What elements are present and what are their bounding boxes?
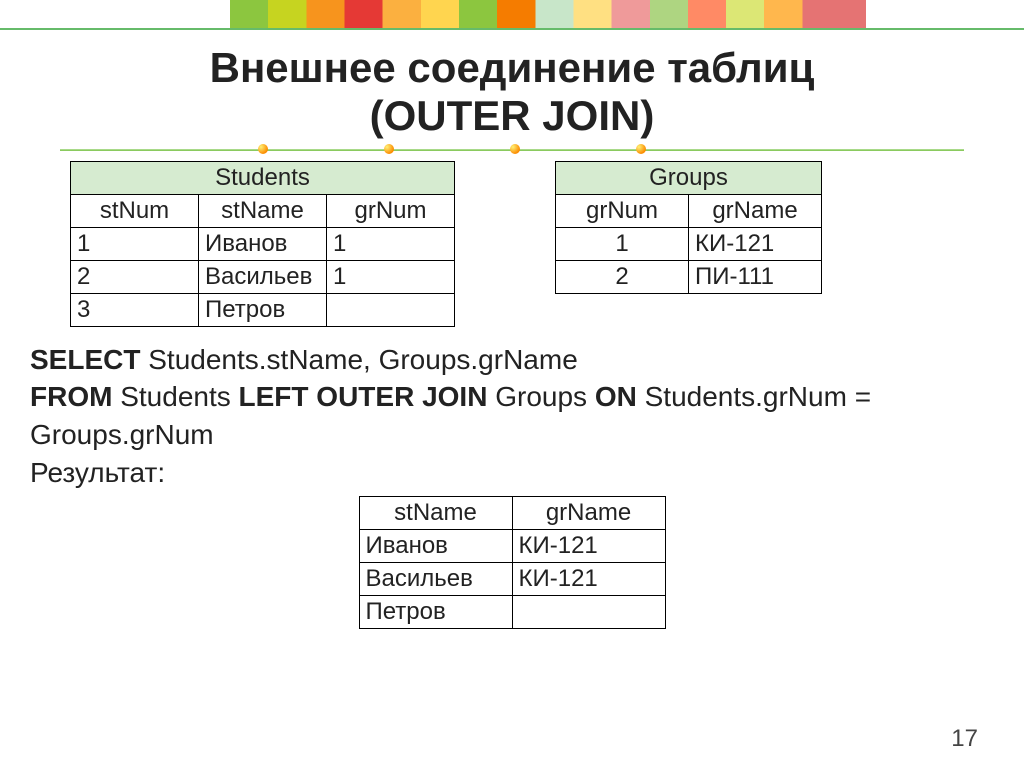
table-row: 2 ПИ-111 (556, 260, 822, 293)
kw-leftjoin: LEFT OUTER JOIN (239, 381, 488, 412)
green-rule (0, 28, 1024, 30)
title-line-2: (OUTER JOIN) (370, 92, 655, 139)
students-h-stname: stName (199, 194, 327, 227)
after-from: Students (112, 381, 238, 412)
groups-h-grname: grName (689, 194, 822, 227)
table-row: 3 Петров (71, 293, 455, 326)
result-label: Результат: (30, 454, 964, 492)
sql-query-block: SELECT Students.stName, Groups.grName FR… (30, 341, 964, 492)
title-underline (60, 145, 964, 155)
table-row: Васильев КИ-121 (359, 562, 665, 595)
kw-on: ON (595, 381, 637, 412)
table-row: 1 КИ-121 (556, 227, 822, 260)
page-number: 17 (951, 725, 978, 753)
after-join: Groups (487, 381, 594, 412)
accent-strip (230, 0, 866, 28)
title-line-1: Внешнее соединение таблиц (210, 44, 815, 91)
result-table: stName grName Иванов КИ-121 Васильев КИ-… (359, 496, 666, 629)
groups-caption: Groups (555, 161, 822, 194)
slide-title: Внешнее соединение таблиц (OUTER JOIN) (0, 44, 1024, 141)
students-caption: Students (70, 161, 455, 194)
result-h-grname: grName (512, 496, 665, 529)
groups-h-grnum: grNum (556, 194, 689, 227)
table-row: 2 Васильев 1 (71, 260, 455, 293)
table-row: 1 Иванов 1 (71, 227, 455, 260)
students-h-grnum: grNum (327, 194, 455, 227)
kw-select: SELECT (30, 344, 140, 375)
kw-from: FROM (30, 381, 112, 412)
result-h-stname: stName (359, 496, 512, 529)
table-row: Иванов КИ-121 (359, 529, 665, 562)
groups-table: Groups grNum grName 1 КИ-121 2 ПИ-111 (555, 161, 822, 294)
decorative-header (0, 0, 1024, 36)
select-cols: Students.stName, Groups.grName (140, 344, 577, 375)
source-tables-row: Students stNum stName grNum 1 Иванов 1 2… (60, 161, 964, 327)
table-row: Петров (359, 595, 665, 628)
students-table: Students stNum stName grNum 1 Иванов 1 2… (70, 161, 455, 327)
students-h-stnum: stNum (71, 194, 199, 227)
